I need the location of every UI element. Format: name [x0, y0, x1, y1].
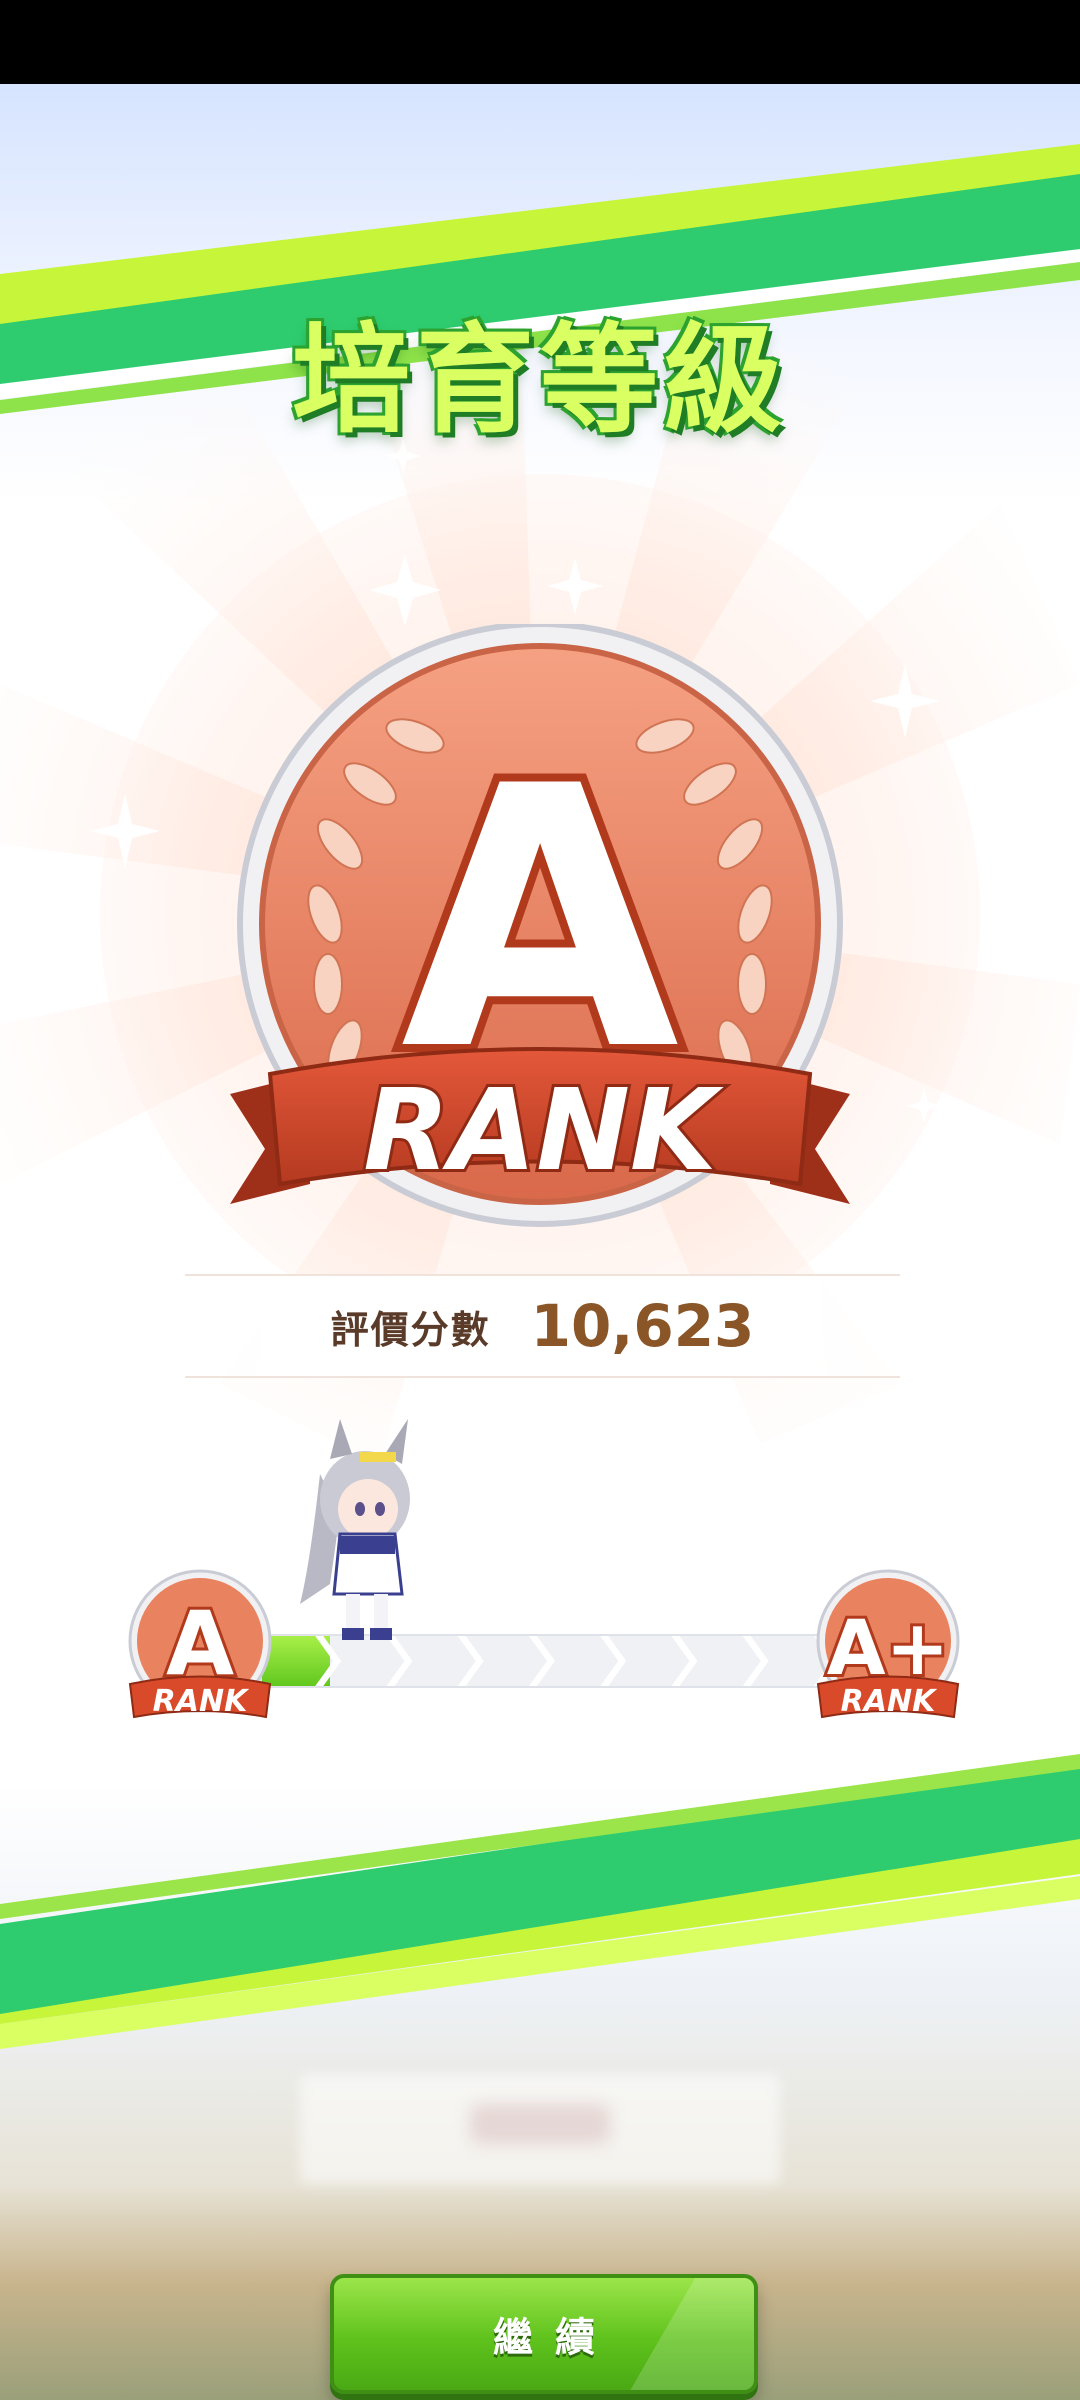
rank-progress: A RANK A+ RANK [120, 1414, 970, 1734]
character-sprite [300, 1419, 410, 1640]
result-screen: 培育等級 A RANK 評價分數 10,623 A RANK A+ RANK 繼… [0, 84, 1080, 2400]
current-rank-word: RANK [153, 1684, 250, 1719]
score-value: 10,623 [530, 1292, 755, 1360]
score-label: 評價分數 [330, 1307, 491, 1352]
status-bar [0, 0, 1080, 84]
progress-chevron [457, 1636, 484, 1686]
progress-chevron [529, 1636, 555, 1686]
blurred-text [470, 2104, 610, 2144]
progress-chevron [671, 1636, 698, 1686]
rank-word: RANK [363, 1066, 724, 1196]
continue-button[interactable]: 繼續 [330, 2274, 758, 2394]
page-title: 培育等級 [291, 311, 788, 449]
button-shine [594, 2278, 754, 2390]
next-rank-word: RANK [841, 1684, 938, 1719]
current-rank-badge: A RANK [128, 1569, 272, 1719]
progress-chevron [600, 1636, 627, 1686]
progress-chevron [742, 1636, 769, 1686]
rank-medal: A RANK [230, 624, 850, 1227]
next-rank-badge: A+ RANK [816, 1569, 960, 1719]
continue-button-label: 繼續 [493, 2315, 617, 2361]
score-panel: 評價分數 10,623 [185, 1274, 900, 1378]
bottom-stripe-banner [0, 1754, 1080, 2049]
